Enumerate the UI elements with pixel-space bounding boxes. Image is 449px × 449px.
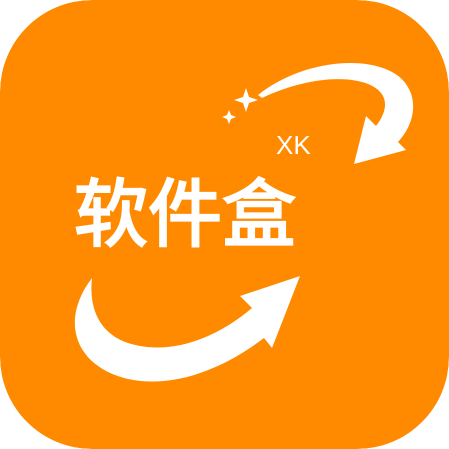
app-icon[interactable]: 软件盒 XK — [0, 0, 449, 449]
app-name-wordmark: 软件盒 — [74, 172, 296, 258]
xk-badge: XK — [276, 130, 311, 160]
